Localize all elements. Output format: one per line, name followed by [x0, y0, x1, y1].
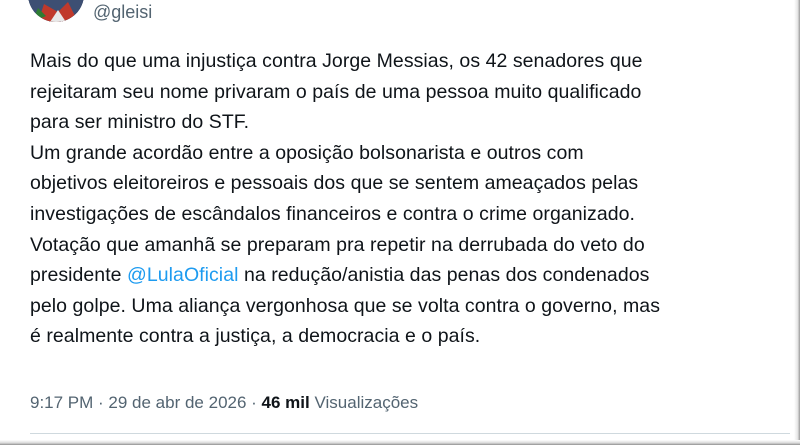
- tweet-line: investigações de escândalos financeiros …: [30, 202, 635, 225]
- tweet-line: rejeitaram seu nome privaram o país de u…: [30, 80, 642, 103]
- tweet-text: Mais do que uma injustiça contra Jorge M…: [30, 46, 780, 352]
- tweet-line: Votação que amanhã se preparam pra repet…: [30, 233, 645, 256]
- tweet-line-with-mention: presidente @LulaOficial na redução/anist…: [30, 260, 780, 291]
- tweet-line: é realmente contra a justiça, a democrac…: [30, 325, 481, 348]
- views-count: 46 mil: [261, 393, 310, 412]
- tweet-time[interactable]: 9:17 PM: [30, 393, 93, 412]
- author-avatar[interactable]: [28, 0, 84, 22]
- tweet-date[interactable]: 29 de abr de 2026: [108, 393, 246, 412]
- divider: [30, 433, 790, 434]
- tweet-line: pelo golpe. Uma aliança vergonhosa que s…: [30, 294, 661, 317]
- tweet-line: objetivos eleitoreiros e pessoais dos qu…: [30, 172, 639, 195]
- tweet-line: para ser ministro do STF.: [30, 111, 250, 134]
- mention-prefix-text: presidente: [30, 264, 128, 287]
- views-label: Visualizações: [314, 393, 419, 412]
- screenshot-edge-shadow: [0, 440, 800, 445]
- tweet-line: Um grande acordão entre a oposição bolso…: [30, 141, 584, 164]
- screenshot-edge-shadow: [794, 0, 800, 445]
- tweet-metadata: 9:17 PM · 29 de abr de 2026 · 46 mil Vis…: [30, 392, 418, 414]
- mention-suffix-text: na redução/anistia das penas dos condena…: [238, 264, 650, 287]
- meta-separator: ·: [93, 393, 109, 412]
- mention-link[interactable]: @LulaOficial: [127, 264, 238, 286]
- tweet-card: @gleisi Mais do que uma injustiça contra…: [0, 0, 800, 445]
- meta-separator: ·: [246, 393, 262, 412]
- avatar-image: [28, 0, 84, 22]
- author-handle[interactable]: @gleisi: [93, 1, 152, 23]
- tweet-line: Mais do que uma injustiça contra Jorge M…: [30, 50, 643, 72]
